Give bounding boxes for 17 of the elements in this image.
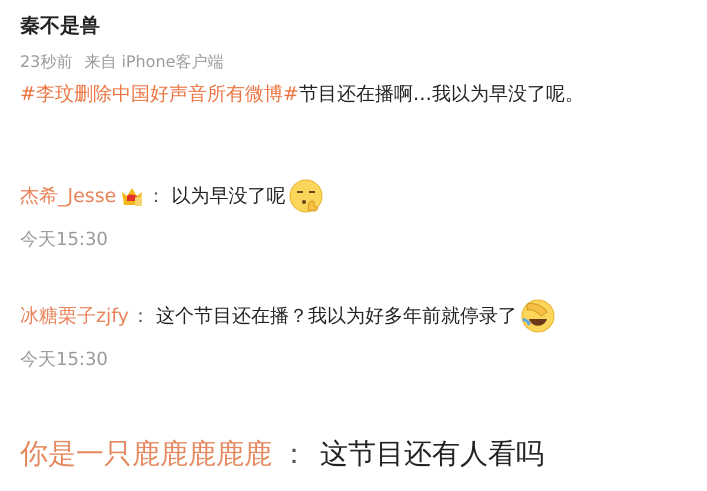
- author-name[interactable]: 秦不是兽: [20, 12, 687, 39]
- commenter-name[interactable]: 杰希_Jesse: [20, 183, 116, 209]
- post-text: #李玟删除中国好声音所有微博#节目还在播啊…我以为早没了呢。: [20, 82, 585, 107]
- comment-text: 这节目还有人看吗: [320, 436, 544, 472]
- colon-separator: ：: [146, 184, 166, 209]
- colon-separator: ：: [130, 304, 150, 329]
- comment-time: 今天15:30: [20, 228, 109, 251]
- post-time: 23秒前: [20, 52, 72, 73]
- commenter-name[interactable]: 冰糖栗子zjfy: [20, 303, 129, 329]
- post-source: 来自 iPhone客户端: [84, 52, 224, 73]
- colon-separator: ：: [280, 436, 308, 472]
- comment-text: 这个节目还在播？我以为好多年前就停录了: [156, 304, 517, 329]
- laughing-crying-face-icon: [520, 299, 555, 333]
- comment-time: 今天15:30: [20, 348, 109, 371]
- commenter-name[interactable]: 你是一只鹿鹿鹿鹿鹿: [20, 435, 272, 473]
- comment-text: 以为早没了呢: [171, 184, 286, 209]
- shushing-face-icon: [289, 179, 324, 213]
